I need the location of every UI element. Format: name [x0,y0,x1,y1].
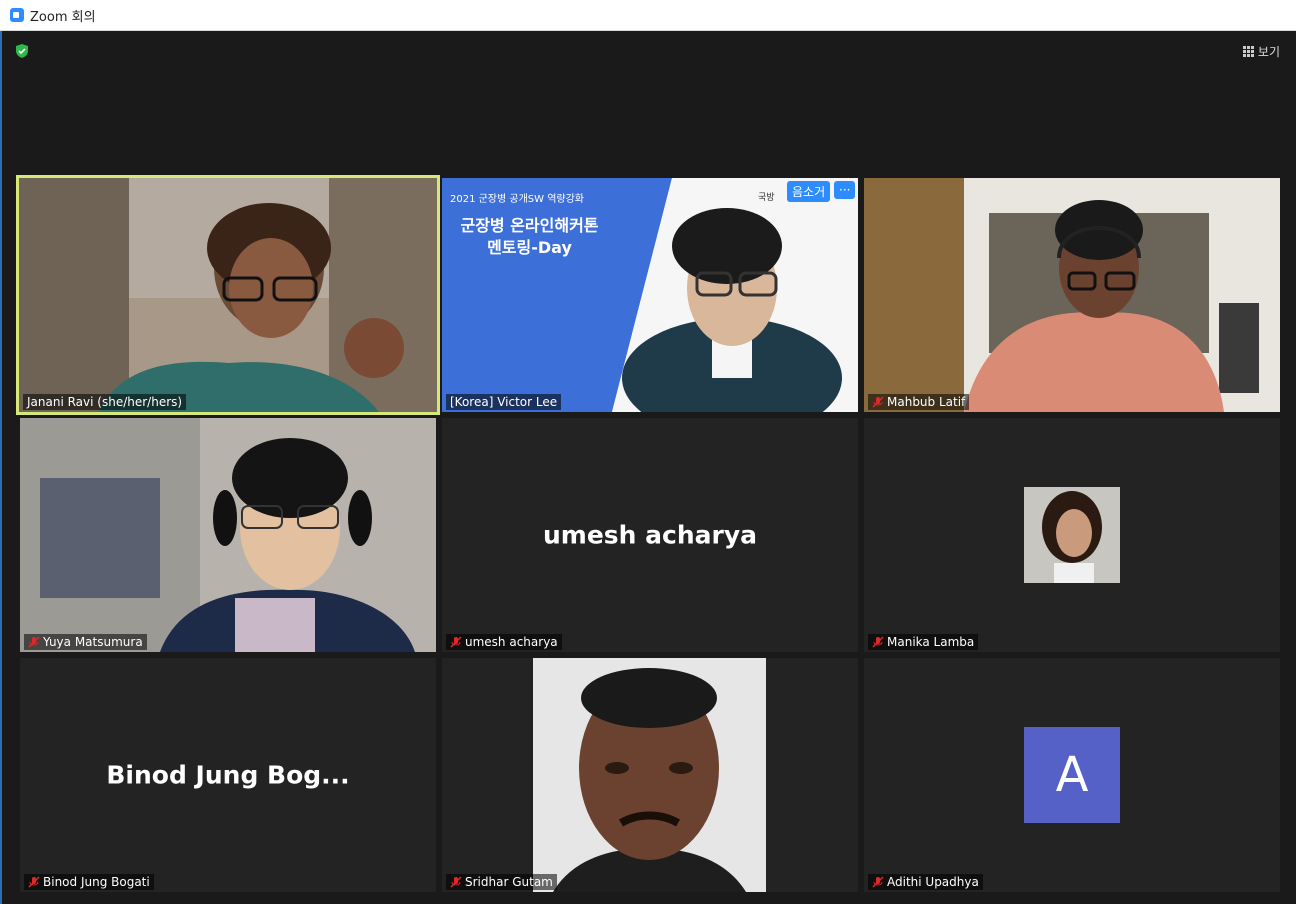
participant-video [20,418,436,652]
slide-logo-text: 국방 [758,193,775,203]
slide-title-line2: 멘토링-Day [487,238,572,257]
participant-name-tag: [Korea] Victor Lee [446,394,562,410]
participant-name: [Korea] Victor Lee [450,395,558,409]
muted-mic-icon [872,876,884,888]
more-options-button[interactable]: ··· [834,181,856,199]
window-edge [0,31,2,904]
zoom-app-icon [10,8,24,22]
profile-picture [533,658,766,892]
participant-name-tag: Binod Jung Bogati [24,874,154,890]
participant-display-name: umesh acharya [542,520,758,550]
video-tile[interactable]: Sridhar Gutam [442,658,858,892]
slide-subtitle: 2021 군장병 공개SW 역량강화 [449,194,585,205]
participant-video [864,178,1280,412]
video-tile[interactable]: Janani Ravi (she/her/hers) [16,175,440,415]
video-tile[interactable]: Binod Jung Bog... Binod Jung Bogati [20,658,436,892]
avatar: A [1024,727,1120,823]
muted-mic-icon [450,876,462,888]
video-tile[interactable]: Yuya Matsumura [20,418,436,652]
participant-name-tag: umesh acharya [446,634,562,650]
participant-name-tag: Sridhar Gutam [446,874,557,890]
slide-title: 군장병 온라인해커톤 [460,216,599,235]
participant-display-name: Binod Jung Bog... [106,760,350,790]
participant-name: Janani Ravi (she/her/hers) [27,395,183,409]
window-title: Zoom 회의 [30,10,96,25]
participant-name-tag: Janani Ravi (she/her/hers) [23,394,187,410]
view-button-label: 보기 [1257,44,1280,59]
participant-name: Manika Lamba [887,635,975,649]
muted-mic-icon [28,876,40,888]
participant-name-tag: Mahbub Latif [868,394,970,410]
video-tile[interactable]: Mahbub Latif [864,178,1280,412]
muted-mic-icon [28,636,40,648]
view-button[interactable]: 보기 [1242,41,1280,61]
unmute-button[interactable]: 음소거 [787,181,831,202]
video-tile[interactable]: 2021 군장병 공개SW 역량강화 군장병 온라인해커톤 멘토링-Day 국방… [442,178,858,412]
video-tile[interactable]: Manika Lamba [864,418,1280,652]
window-titlebar: Zoom 회의 [0,0,1296,31]
muted-mic-icon [450,636,462,648]
muted-mic-icon [872,636,884,648]
participant-name: Yuya Matsumura [43,635,143,649]
video-tile[interactable]: umesh acharya umesh acharya [442,418,858,652]
participant-name-tag: Yuya Matsumura [24,634,147,650]
video-tile[interactable]: A Adithi Upadhya [864,658,1280,892]
participant-name: Sridhar Gutam [465,875,553,889]
muted-mic-icon [872,396,884,408]
participant-name-tag: Adithi Upadhya [868,874,983,890]
participant-name-tag: Manika Lamba [868,634,979,650]
participant-name: umesh acharya [465,635,558,649]
participant-name: Mahbub Latif [887,395,966,409]
profile-picture [1024,487,1120,583]
shield-icon[interactable] [14,43,30,59]
participant-video [19,178,437,412]
participant-name: Binod Jung Bogati [43,875,150,889]
participant-name: Adithi Upadhya [887,875,979,889]
grid-icon [1242,45,1254,57]
